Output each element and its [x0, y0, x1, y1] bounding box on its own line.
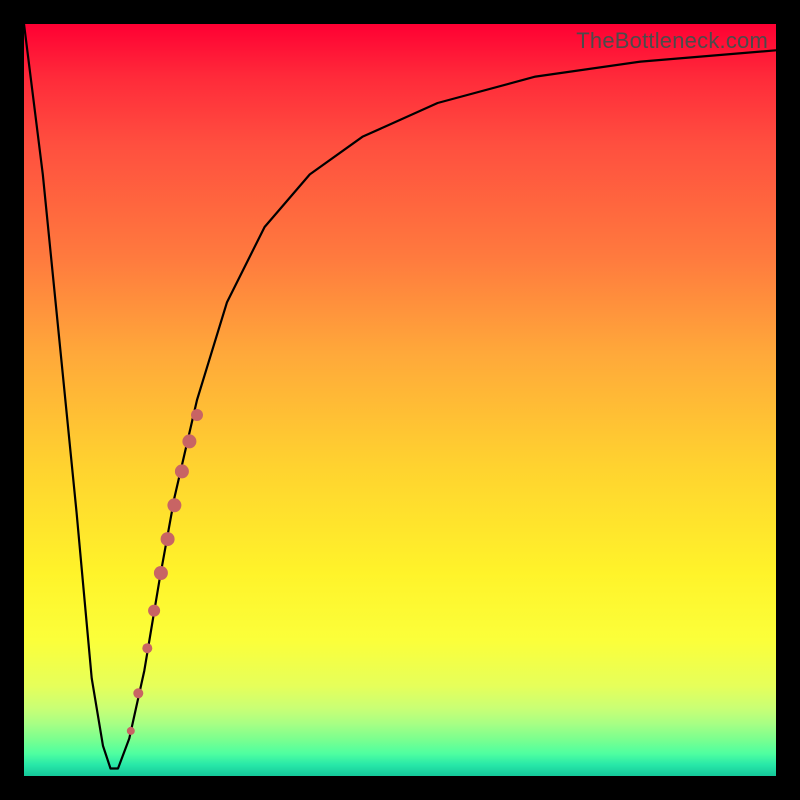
highlight-dot [133, 688, 143, 698]
chart-frame: TheBottleneck.com [0, 0, 800, 800]
highlight-dot [182, 434, 196, 448]
bottleneck-curve [24, 24, 776, 769]
watermark-text: TheBottleneck.com [576, 28, 768, 54]
highlight-dot [161, 532, 175, 546]
highlight-dot [148, 605, 160, 617]
plot-area: TheBottleneck.com [24, 24, 776, 776]
highlight-dot [127, 727, 135, 735]
chart-svg [24, 24, 776, 776]
highlight-dots [127, 409, 203, 735]
highlight-dot [154, 566, 168, 580]
highlight-dot [142, 643, 152, 653]
highlight-dot [191, 409, 203, 421]
highlight-dot [175, 464, 189, 478]
highlight-dot [167, 498, 181, 512]
